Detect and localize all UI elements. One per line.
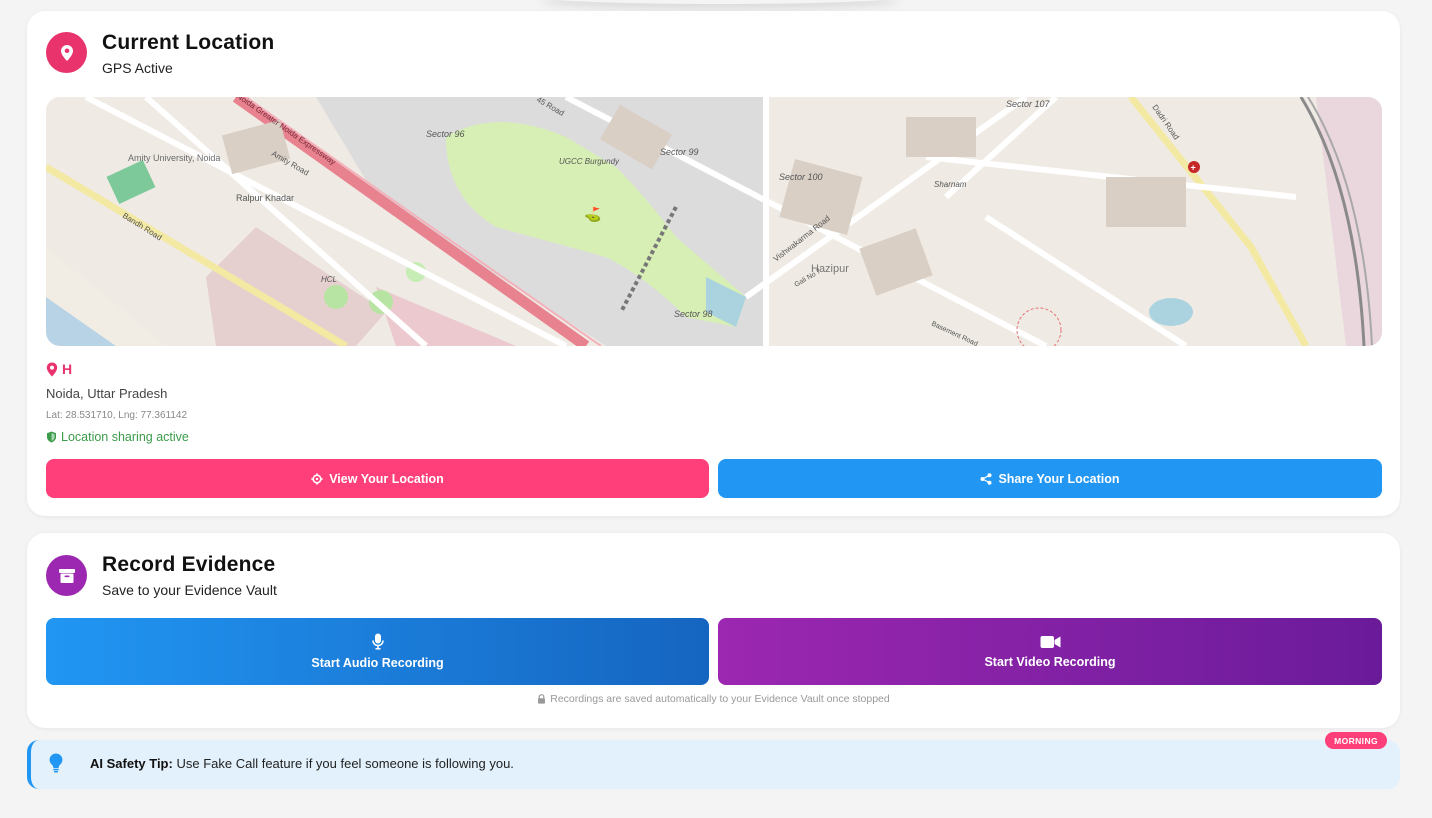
city-name: Noida, Uttar Pradesh (46, 386, 168, 401)
gps-status: GPS Active (102, 60, 173, 76)
safety-tip-banner: AI Safety Tip: Use Fake Call feature if … (27, 732, 1400, 789)
shield-icon (47, 431, 56, 443)
sharing-status-label: Location sharing active (61, 430, 189, 444)
svg-text:⛳: ⛳ (584, 206, 601, 223)
coordinates: Lat: 28.531710, Lng: 77.361142 (46, 410, 188, 421)
map-label: Sector 100 (779, 172, 823, 182)
record-evidence-card: Record Evidence Save to your Evidence Va… (27, 533, 1400, 728)
video-recording-label: Start Video Recording (984, 654, 1116, 669)
top-shadow (540, 0, 900, 4)
time-of-day-badge: MORNING (1325, 732, 1387, 749)
start-video-recording-button[interactable]: Start Video Recording (718, 618, 1382, 685)
share-location-label: Share Your Location (998, 471, 1120, 486)
map-label: Sector 107 (1006, 99, 1051, 109)
start-audio-recording-button[interactable]: Start Audio Recording (46, 618, 709, 685)
place-row: H (46, 361, 72, 377)
share-icon (980, 472, 992, 485)
location-title: Current Location (102, 31, 275, 54)
archive-icon (46, 555, 87, 596)
map-label: Sector 98 (674, 309, 713, 319)
current-location-card: Current Location GPS Active + ⛳ Noida Gr… (27, 11, 1400, 516)
location-map[interactable]: + ⛳ Noida Greater Noida Expressway Amity… (46, 97, 1382, 346)
map-pin-icon (46, 32, 87, 73)
recording-note-label: Recordings are saved automatically to yo… (550, 693, 890, 705)
map-label: Amity University, Noida (128, 153, 220, 163)
lock-icon (538, 694, 546, 704)
svg-text:+: + (1191, 163, 1196, 173)
microphone-icon (371, 633, 384, 650)
audio-recording-label: Start Audio Recording (311, 656, 444, 670)
view-location-button[interactable]: View Your Location (46, 459, 709, 498)
lightbulb-icon (49, 753, 63, 778)
map-label: Sharnam (934, 180, 967, 189)
record-subtitle: Save to your Evidence Vault (102, 582, 277, 598)
view-location-label: View Your Location (329, 471, 444, 486)
safety-tip-text: AI Safety Tip: Use Fake Call feature if … (90, 756, 514, 771)
place-name: H (62, 361, 73, 377)
record-title: Record Evidence (102, 553, 276, 576)
share-location-button[interactable]: Share Your Location (718, 459, 1382, 498)
map-label: Sector 96 (426, 129, 465, 139)
map-label: Ralpur Khadar (236, 193, 294, 203)
safety-tip-message: Use Fake Call feature if you feel someon… (176, 756, 514, 771)
safety-tip-label: AI Safety Tip: (90, 756, 173, 771)
map-label: Sector 99 (660, 147, 699, 157)
map-pin-small-icon (46, 362, 58, 376)
map-label: UGCC Burgundy (559, 157, 620, 166)
recording-note: Recordings are saved automatically to yo… (27, 693, 1400, 705)
map-label: HCL (321, 275, 337, 284)
crosshair-icon (311, 472, 323, 485)
video-camera-icon (1040, 635, 1060, 648)
sharing-status: Location sharing active (46, 430, 189, 444)
